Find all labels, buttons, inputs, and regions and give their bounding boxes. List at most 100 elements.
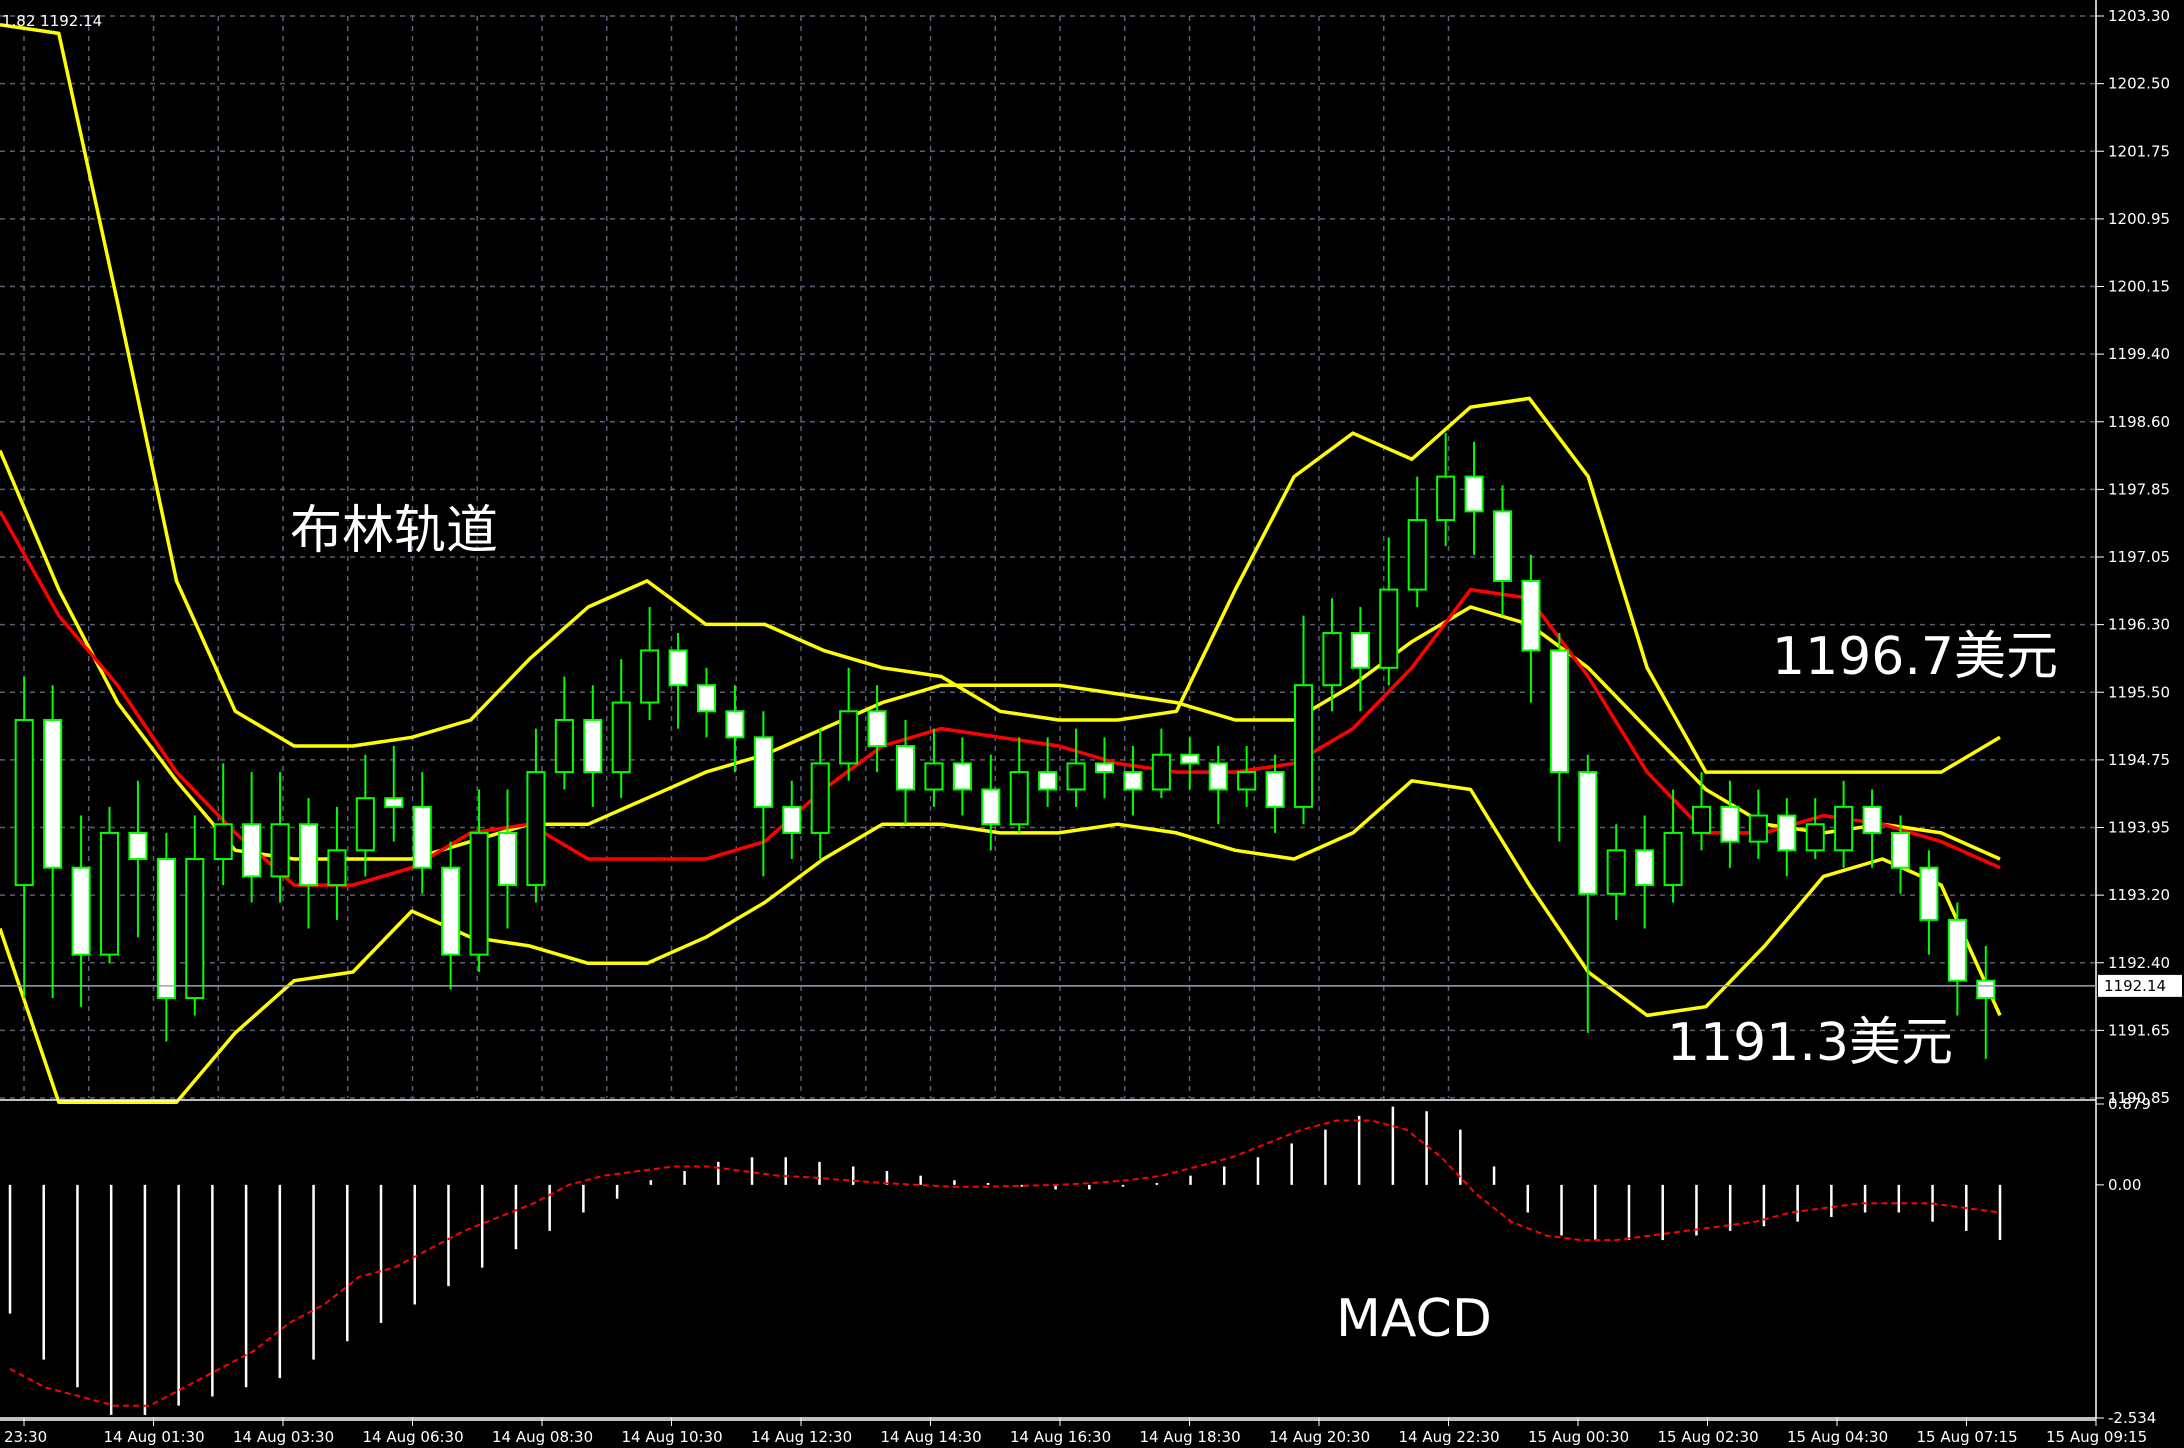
candle-body	[1748, 814, 1768, 843]
candle-body	[1293, 684, 1314, 808]
ohlc-readout: 1.82 1192.14	[2, 12, 102, 30]
candle-body	[839, 710, 859, 765]
candle-body	[156, 858, 176, 1000]
candle-body	[924, 762, 944, 791]
candle-body	[895, 745, 916, 791]
y-tick-label: 1197.85	[2108, 480, 2170, 498]
y-tick-label: 1191.65	[2108, 1021, 2170, 1039]
macd-annotation: MACD	[1336, 1289, 1492, 1349]
x-tick-label: 14 Aug 14:30	[881, 1428, 982, 1446]
candle-body	[753, 736, 773, 808]
candle-body	[782, 805, 802, 834]
x-tick-label: 14 Aug 08:30	[492, 1428, 593, 1446]
candle-body	[981, 788, 1001, 826]
x-tick-label: 14 Aug 12:30	[751, 1428, 852, 1446]
current-price-label: 1192.14	[2104, 977, 2166, 995]
candle-body	[242, 823, 262, 878]
y-tick-label: 1196.30	[2108, 616, 2170, 634]
candle-body	[43, 718, 63, 869]
candle-body	[14, 718, 34, 887]
y-tick-label: 1201.75	[2108, 142, 2170, 160]
x-tick-label: 14 Aug 03:30	[233, 1428, 334, 1446]
candle-body	[1151, 753, 1171, 791]
candle-body	[1947, 918, 1967, 982]
x-tick-label: 15 Aug 00:30	[1528, 1428, 1629, 1446]
bollinger-annotation: 布林轨道	[290, 501, 498, 561]
candle-body	[1549, 649, 1569, 774]
candle-body	[810, 762, 830, 834]
x-tick-label: 14 Aug 01:30	[104, 1428, 205, 1446]
candle-body	[99, 831, 120, 956]
candle-body	[1407, 519, 1427, 591]
candle-body	[611, 701, 631, 774]
chart-background	[0, 0, 2184, 1448]
candle-body	[1635, 849, 1655, 887]
candle-body	[1379, 588, 1399, 669]
x-tick-label: 15 Aug 02:30	[1658, 1428, 1759, 1446]
macd-tick-label: -2.534	[2108, 1409, 2156, 1427]
candle-body	[1350, 632, 1370, 669]
candle-body	[640, 649, 660, 704]
x-tick-label: 15 Aug 07:15	[1917, 1428, 2018, 1446]
lower-value-annotation: 1191.3美元	[1667, 1013, 1953, 1073]
candle-body	[1890, 831, 1911, 869]
y-tick-label: 1193.95	[2108, 819, 2170, 837]
candle-body	[1265, 771, 1285, 808]
macd-tick-label: 0.879	[2108, 1095, 2151, 1113]
candle-body	[1919, 866, 1939, 921]
candle-body	[71, 866, 91, 956]
candle-body	[1834, 805, 1854, 852]
x-tick-label: 15 Aug 09:15	[2046, 1428, 2147, 1446]
candle-body	[213, 823, 233, 861]
candle-body	[1038, 771, 1058, 791]
candle-body	[1436, 475, 1456, 522]
upper-value-annotation: 1196.7美元	[1772, 627, 2058, 687]
candle-body	[1578, 771, 1598, 895]
x-tick-label: 23:30	[4, 1428, 47, 1446]
y-tick-label: 1202.50	[2108, 75, 2170, 93]
x-tick-label: 14 Aug 06:30	[363, 1428, 464, 1446]
candle-body	[270, 823, 290, 878]
macd-tick-label: 0.00	[2108, 1176, 2141, 1194]
candle-body	[696, 684, 717, 713]
y-tick-label: 1192.40	[2108, 954, 2170, 972]
candle-body	[185, 858, 205, 1000]
candle-body	[1606, 849, 1626, 895]
candle-body	[1180, 753, 1200, 765]
candle-body	[1208, 762, 1228, 791]
candle-body	[327, 849, 347, 887]
candle-body	[412, 805, 432, 869]
candle-body	[384, 797, 404, 808]
candle-body	[668, 649, 688, 687]
x-tick-label: 15 Aug 04:30	[1787, 1428, 1888, 1446]
candle-body	[497, 831, 518, 887]
candle-body	[725, 710, 745, 739]
candle-body	[952, 762, 972, 791]
x-tick-label: 14 Aug 18:30	[1140, 1428, 1241, 1446]
price-chart: 1203.30 1202.50 1201.75 1200.95 1200.15 1199.…	[0, 0, 2184, 1448]
candle-body	[1094, 762, 1115, 774]
candle-body	[1521, 579, 1541, 652]
candle-body	[1009, 771, 1029, 826]
candle-body	[1805, 823, 1825, 852]
x-tick-label: 14 Aug 16:30	[1010, 1428, 1111, 1446]
y-tick-label: 1193.20	[2108, 886, 2170, 904]
y-tick-label: 1194.75	[2108, 751, 2170, 769]
candle-body	[1322, 632, 1342, 687]
candle-body	[1237, 771, 1257, 791]
candle-body	[1663, 831, 1683, 887]
candle-body	[1464, 475, 1484, 513]
y-tick-label: 1197.05	[2108, 548, 2170, 566]
candle-body	[1720, 805, 1740, 843]
y-tick-label: 1203.30	[2108, 7, 2170, 25]
candle-body	[128, 831, 148, 861]
candle-body	[1862, 805, 1882, 834]
x-tick-label: 14 Aug 10:30	[622, 1428, 723, 1446]
y-tick-label: 1200.15	[2108, 278, 2170, 296]
y-tick-label: 1199.40	[2108, 345, 2170, 363]
y-tick-label: 1200.95	[2108, 210, 2170, 228]
candle-body	[1492, 510, 1513, 582]
candle-body	[1777, 814, 1797, 852]
y-tick-label: 1198.60	[2108, 413, 2170, 431]
candle-body	[583, 718, 603, 774]
